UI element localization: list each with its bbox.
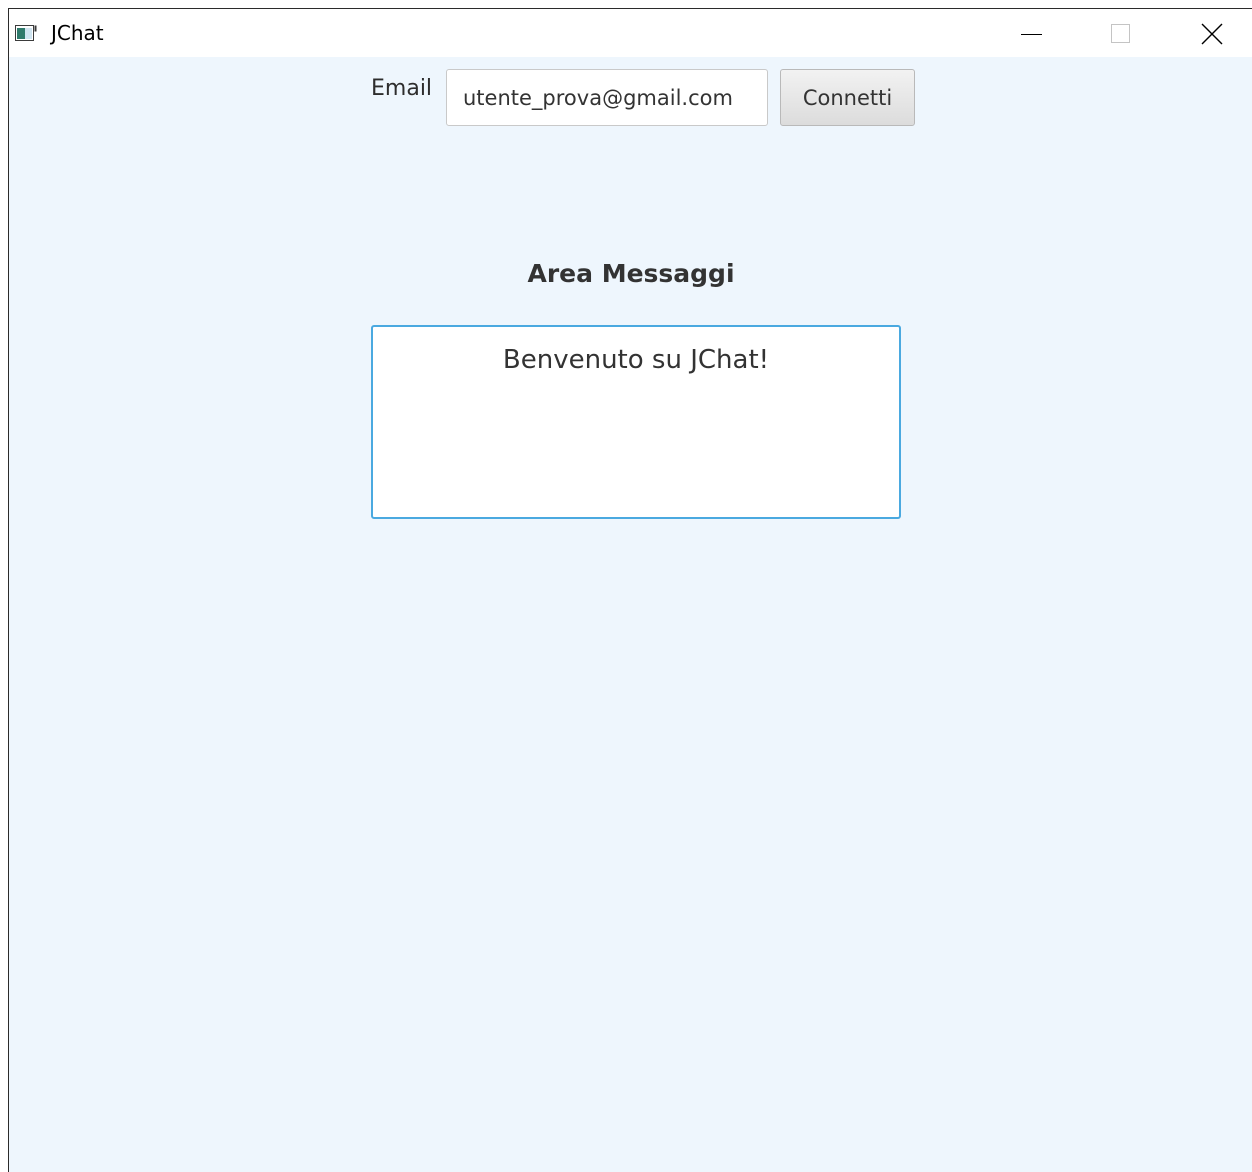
email-field[interactable] [446,69,768,126]
messages-text-area[interactable]: Benvenuto su JChat! [371,325,901,519]
app-window: JChat Email Connetti Area Messaggi Benve… [8,8,1252,1172]
maximize-button[interactable] [1077,9,1165,57]
window-title: JChat [51,21,104,45]
connect-button[interactable]: Connetti [780,69,915,126]
close-icon [1201,23,1223,45]
email-label: Email [371,76,433,101]
maximize-icon [1111,24,1130,43]
messages-area-title: Area Messaggi [527,259,735,288]
title-bar[interactable]: JChat [9,9,1252,57]
app-window-icon [15,25,37,41]
minimize-button[interactable] [987,9,1075,57]
close-button[interactable] [1167,9,1252,57]
minimize-icon [1021,34,1042,35]
